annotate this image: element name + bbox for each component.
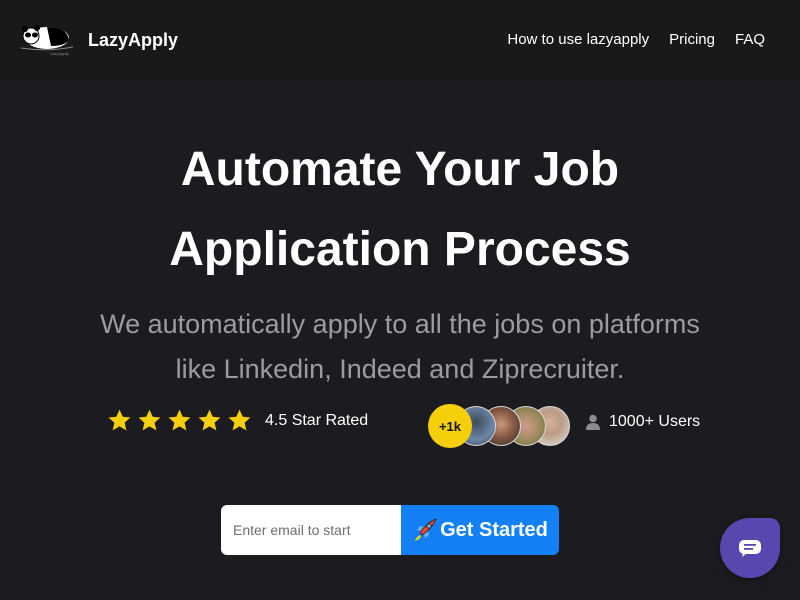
users-count: 1000+ Users: [586, 413, 700, 431]
svg-text:LazyApply: LazyApply: [50, 51, 68, 56]
brand-name[interactable]: LazyApply: [88, 30, 178, 51]
star-icon: [108, 409, 131, 431]
user-avatars: +1k: [428, 404, 573, 448]
star-icon: [168, 409, 191, 431]
main-nav: How to use lazyapply Pricing FAQ: [507, 31, 765, 48]
star-icon: [228, 409, 251, 431]
star-icon: [198, 409, 221, 431]
nav-link-pricing[interactable]: Pricing: [669, 31, 715, 48]
panda-logo-icon[interactable]: LazyApply: [17, 22, 77, 58]
rating-label: 4.5 Star Rated: [265, 411, 369, 429]
users-count-badge: +1k: [428, 404, 472, 448]
hero-title: Automate Your Job Application Process: [0, 130, 800, 290]
rocket-icon: [415, 518, 437, 541]
users-label: 1000+ Users: [609, 413, 701, 430]
signup-form: Get Started: [221, 505, 559, 555]
user-icon: [586, 414, 600, 430]
hero-subtitle-line-1: We automatically apply to all the jobs o…: [100, 309, 700, 339]
hero-title-line-2: Application Process: [169, 223, 631, 276]
navbar: LazyApply LazyApply How to use lazyapply…: [0, 0, 800, 81]
star-icon: [138, 409, 161, 431]
get-started-label: Get Started: [440, 518, 548, 541]
hero-title-line-1: Automate Your Job: [180, 143, 620, 196]
get-started-button[interactable]: Get Started: [401, 505, 559, 555]
star-rating: 4.5 Star Rated: [107, 408, 368, 433]
nav-link-faq[interactable]: FAQ: [735, 31, 765, 48]
chat-icon: [739, 540, 761, 557]
chat-widget-button[interactable]: [720, 518, 780, 578]
hero-subtitle: We automatically apply to all the jobs o…: [60, 302, 740, 392]
hero-subtitle-line-2: like Linkedin, Indeed and Ziprecruiter.: [175, 354, 625, 384]
nav-link-how-to-use[interactable]: How to use lazyapply: [507, 31, 649, 48]
email-input[interactable]: [221, 505, 401, 555]
